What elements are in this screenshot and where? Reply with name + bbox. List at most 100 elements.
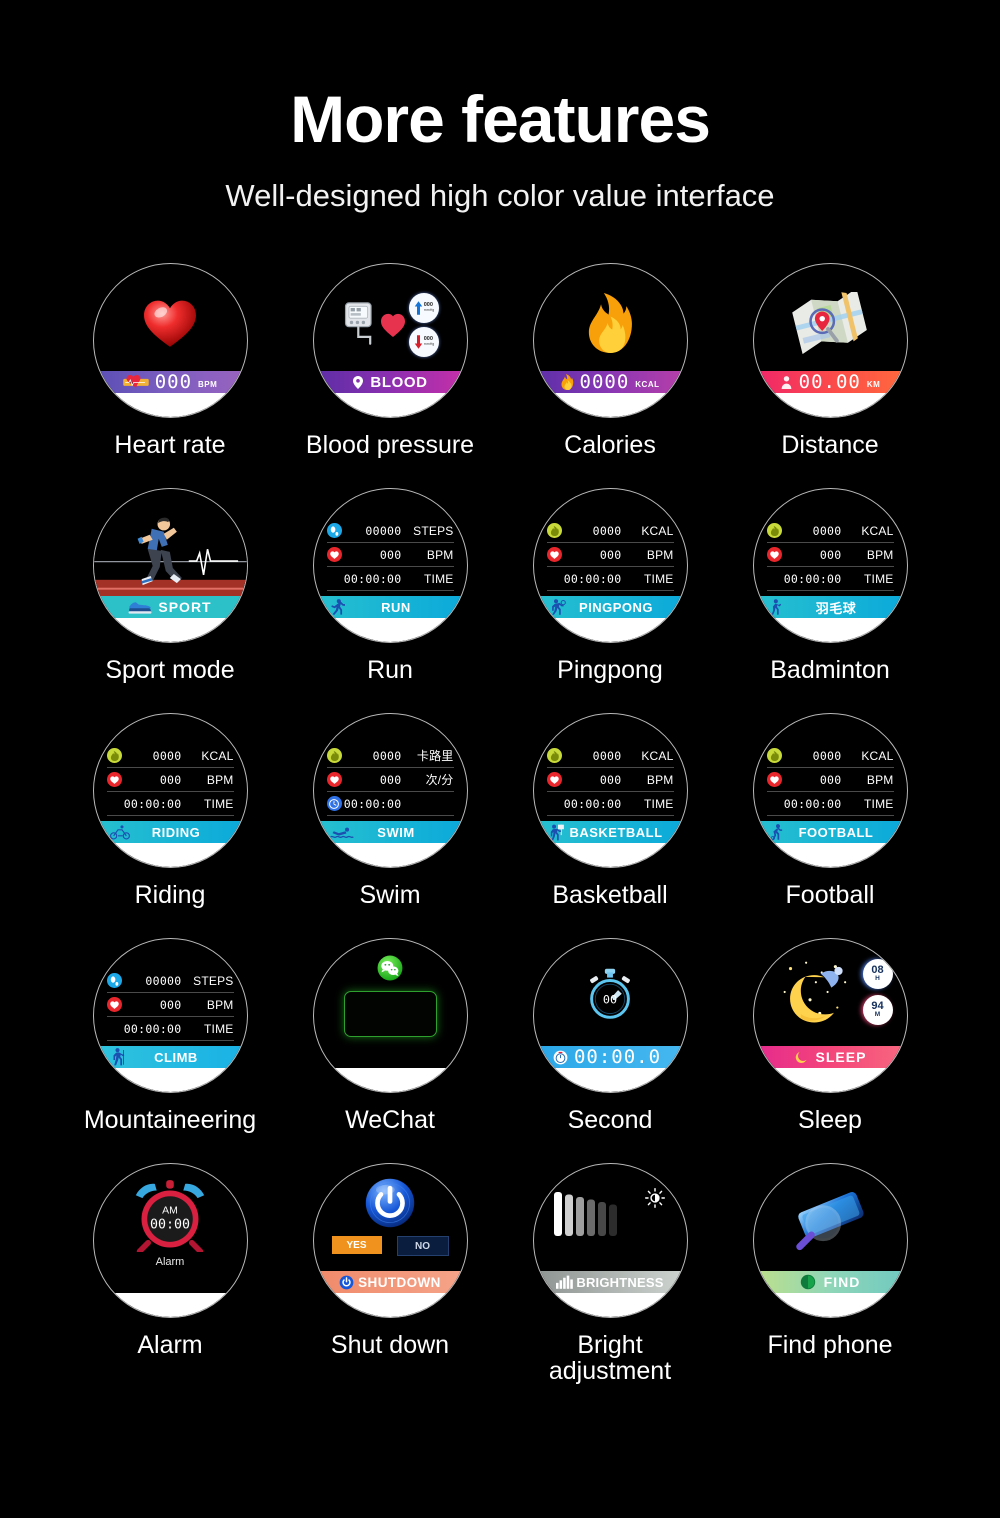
heart-band-icon [122, 375, 149, 388]
mode-label: BLOOD [370, 373, 428, 391]
dial-chin [533, 618, 687, 642]
watch-face-basketball[interactable]: 0000 KCAL 000 BPM 00:00:00 TIME BASKETBA… [532, 713, 688, 868]
feature-label: Swim [359, 881, 421, 909]
feature-label: Basketball [552, 881, 668, 909]
feature-label: Sleep [798, 1106, 862, 1134]
mode-bar: SPORT [93, 596, 247, 618]
stat-row: 00000 STEPS [106, 969, 234, 993]
stat-unit: 次/分 [425, 773, 454, 787]
dial-chin [753, 393, 907, 417]
watch-screen: AM 00:00 Alarm [93, 1164, 247, 1317]
stat-unit: BPM [646, 547, 674, 562]
brightness-bars-icon [553, 1192, 617, 1236]
stat-value: 00:00:00 [783, 571, 842, 586]
dial-chin [753, 1293, 907, 1317]
watch-screen: 000 BPM [93, 264, 247, 417]
mode-bar: PINGPONG [533, 596, 687, 618]
feature-tile-second[interactable]: 00 00:00.0 Second [500, 938, 720, 1163]
watch-face-pingpong[interactable]: 0000 KCAL 000 BPM 00:00:00 TIME PINGPONG [532, 488, 688, 643]
spacer-icon [547, 796, 562, 811]
mode-label: RUN [381, 599, 411, 615]
feature-label: Heart rate [114, 431, 226, 459]
stat-value: 00:00:00 [123, 796, 182, 811]
dial-chin [753, 843, 907, 867]
feature-tile-swim[interactable]: 0000 卡路里 000 次/分 00:00:00 SWIM Swim [280, 713, 500, 938]
bp-unit: mmHg [423, 341, 435, 346]
watch-face-run[interactable]: 00000 STEPS 000 BPM 00:00:00 TIME RUN [312, 488, 468, 643]
feature-tile-alarm[interactable]: AM 00:00 Alarm Alarm [60, 1163, 280, 1403]
feature-tile-blood-pressure[interactable]: 000 mmHg 000 mmHg BLOOD Blood pressure [280, 263, 500, 488]
watch-face-shutdown[interactable]: YES NO SHUTDOWN [312, 1163, 468, 1318]
clock-icon [326, 796, 342, 811]
spacer-icon [327, 571, 342, 586]
feature-tile-badminton[interactable]: 0000 KCAL 000 BPM 00:00:00 TIME 羽毛球 Badm… [720, 488, 940, 713]
stat-unit: KCAL [201, 748, 234, 763]
feature-tile-find-phone[interactable]: FIND Find phone [720, 1163, 940, 1403]
mode-bar: RUN [313, 596, 467, 618]
watch-face-mountaineering[interactable]: 00000 STEPS 000 BPM 00:00:00 TIME CLIMB [92, 938, 248, 1093]
watch-face-football[interactable]: 0000 KCAL 000 BPM 00:00:00 TIME FOOTBALL [752, 713, 908, 868]
watch-face-brightness[interactable]: BRIGHTNESS [532, 1163, 688, 1318]
no-button[interactable]: NO [396, 1236, 449, 1256]
watch-face-alarm[interactable]: AM 00:00 Alarm [92, 1163, 248, 1318]
stopwatch-icon: 00 [590, 968, 630, 1020]
feature-tile-brightness[interactable]: BRIGHTNESS Bright adjustment [500, 1163, 720, 1403]
mode-label: BRIGHTNESS [576, 1274, 664, 1290]
feature-tile-heart-rate[interactable]: 000 BPM Heart rate [60, 263, 280, 488]
watch-face-blood-pressure[interactable]: 000 mmHg 000 mmHg BLOOD [312, 263, 468, 418]
feature-tile-football[interactable]: 0000 KCAL 000 BPM 00:00:00 TIME FOOTBALL [720, 713, 940, 938]
feature-tile-sport-mode[interactable]: SPORT Sport mode [60, 488, 280, 713]
spacer-icon [767, 796, 782, 811]
feature-tile-basketball[interactable]: 0000 KCAL 000 BPM 00:00:00 TIME BASKETBA… [500, 713, 720, 938]
watch-face-sleep[interactable]: 08 H 94 M SLEEP [752, 938, 908, 1093]
feature-label: Football [785, 881, 875, 909]
watch-face-badminton[interactable]: 0000 KCAL 000 BPM 00:00:00 TIME 羽毛球 [752, 488, 908, 643]
feature-tile-mountaineering[interactable]: 00000 STEPS 000 BPM 00:00:00 TIME CLIMB [60, 938, 280, 1163]
feature-tile-calories[interactable]: 0000 KCAL Calories [500, 263, 720, 488]
face-icon [754, 290, 907, 356]
watch-face-find-phone[interactable]: FIND [752, 1163, 908, 1318]
stat-unit: TIME [644, 796, 674, 811]
watch-face-heart-rate[interactable]: 000 BPM [92, 263, 248, 418]
watch-face-swim[interactable]: 0000 卡路里 000 次/分 00:00:00 SWIM [312, 713, 468, 868]
dial-chin [313, 843, 467, 867]
feature-label: Mountaineering [83, 1106, 257, 1134]
watch-face-distance[interactable]: 00.00 KM [752, 263, 908, 418]
dial-chin [533, 1068, 687, 1092]
watch-face-sport-mode[interactable]: SPORT [92, 488, 248, 643]
stat-value: 00:00:00 [563, 571, 622, 586]
stat-unit: 卡路里 [416, 749, 454, 763]
feature-tile-pingpong[interactable]: 0000 KCAL 000 BPM 00:00:00 TIME PINGPONG [500, 488, 720, 713]
stat-row: 00:00:00 TIME [106, 1017, 234, 1041]
mode-label: FIND [823, 1274, 861, 1290]
stat-row: 00:00:00 [326, 792, 454, 816]
watch-face-riding[interactable]: 0000 KCAL 000 BPM 00:00:00 TIME RIDING [92, 713, 248, 868]
feature-tile-run[interactable]: 00000 STEPS 000 BPM 00:00:00 TIME RUN Ru… [280, 488, 500, 713]
watch-face-wechat[interactable] [312, 938, 468, 1093]
feature-tile-riding[interactable]: 0000 KCAL 000 BPM 00:00:00 TIME RIDING R… [60, 713, 280, 938]
heart-icon [326, 547, 342, 562]
feature-tile-sleep[interactable]: 08 H 94 M SLEEP Sleep [720, 938, 940, 1163]
watch-screen: 00000 STEPS 000 BPM 00:00:00 TIME RUN [313, 489, 467, 642]
watch-face-second[interactable]: 00 00:00.0 [532, 938, 688, 1093]
mode-bar: BASKETBALL [533, 821, 687, 843]
face-icon [94, 290, 247, 356]
stat-row: 0000 KCAL [546, 744, 674, 768]
dial-chin [93, 618, 247, 642]
mode-glyph [109, 824, 130, 840]
watch-face-calories[interactable]: 0000 KCAL [532, 263, 688, 418]
mode-glyph [110, 1048, 125, 1066]
stat-value: 0000 [152, 748, 182, 763]
stat-row: 00000 STEPS [326, 519, 454, 543]
header: More features Well-designed high color v… [0, 0, 1000, 211]
feature-tile-distance[interactable]: 00.00 KM Distance [720, 263, 940, 488]
stat-value: 0000 [372, 748, 402, 763]
yes-button[interactable]: YES [331, 1236, 382, 1254]
steps-icon [106, 973, 122, 988]
heart-icon [106, 997, 122, 1012]
mode-label: SPORT [158, 599, 212, 615]
feature-tile-wechat[interactable]: WeChat [280, 938, 500, 1163]
feature-tile-shutdown[interactable]: YES NO SHUTDOWN Shut down [280, 1163, 500, 1403]
watch-screen: FIND [753, 1164, 907, 1317]
feature-label: Sport mode [105, 656, 235, 684]
